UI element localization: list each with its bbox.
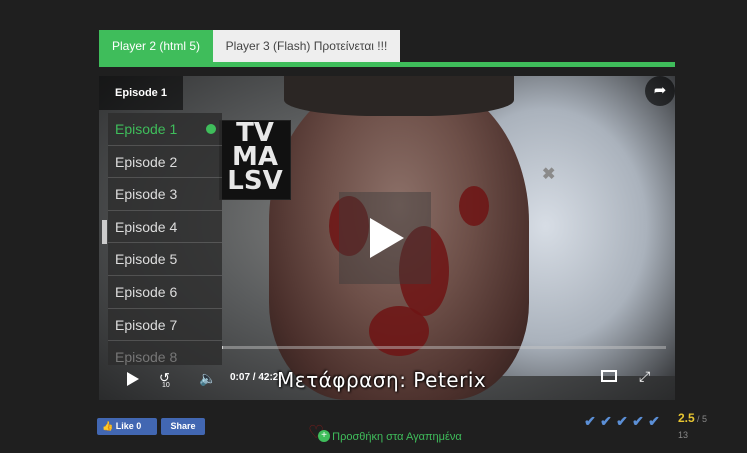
rating-max: / 5 xyxy=(697,414,708,424)
rewind-seconds: 10 xyxy=(162,382,170,389)
episode-list[interactable]: Episode 1 Episode 2 Episode 3 Episode 4 … xyxy=(108,113,222,365)
episode-selector-button[interactable]: Episode 1 xyxy=(99,76,183,110)
episode-item[interactable]: Episode 1 xyxy=(108,113,222,146)
close-icon[interactable]: ✖ xyxy=(542,164,555,184)
play-icon xyxy=(370,218,404,258)
time-display: 0:07 / 42:23 xyxy=(230,372,284,383)
progress-fill xyxy=(222,346,224,349)
cast-icon[interactable] xyxy=(601,370,617,382)
add-to-favorites[interactable]: ♡ + Προσθήκη στα Αγαπημένα xyxy=(308,421,462,444)
video-player[interactable]: TV MA LSV Episode 1 ➦ ✖ Episode 1 Episod… xyxy=(99,76,675,400)
rating-votes: 13 xyxy=(678,430,689,440)
play-icon[interactable] xyxy=(127,372,139,386)
thumbs-up-icon: 👍 xyxy=(102,421,114,431)
progress-bar[interactable] xyxy=(222,346,666,349)
video-frame-detail xyxy=(459,186,489,226)
like-label: Like 0 xyxy=(115,421,142,431)
fullscreen-icon[interactable]: ⤢ xyxy=(639,368,650,385)
rating-line: LSV xyxy=(227,166,283,196)
volume-icon[interactable]: 🔈 xyxy=(199,370,216,387)
episode-item[interactable]: Episode 5 xyxy=(108,243,222,276)
check-icon[interactable]: ✔ xyxy=(614,413,630,430)
tv-rating-badge: TV MA LSV xyxy=(219,120,291,200)
episode-item[interactable]: Episode 6 xyxy=(108,275,222,309)
check-icon[interactable]: ✔ xyxy=(630,413,646,430)
rating-stars[interactable]: ✔ ✔ ✔ ✔ ✔ xyxy=(582,413,662,430)
side-handle[interactable] xyxy=(102,220,107,244)
active-dot-icon xyxy=(206,124,216,134)
episode-label: Episode 4 xyxy=(115,218,178,235)
time-current: 0:07 xyxy=(230,372,251,383)
episode-item[interactable]: Episode 3 xyxy=(108,178,222,211)
episode-label: Episode 3 xyxy=(115,186,178,203)
check-icon[interactable]: ✔ xyxy=(582,413,598,430)
big-play-button[interactable] xyxy=(339,192,431,284)
video-frame-hair xyxy=(284,76,514,116)
episode-item[interactable]: Episode 2 xyxy=(108,145,222,179)
episode-label: Episode 1 xyxy=(115,121,178,137)
tab-underline xyxy=(99,62,675,67)
check-icon[interactable]: ✔ xyxy=(598,413,614,430)
facebook-like-button[interactable]: 👍 Like 0 xyxy=(97,418,157,435)
episode-item[interactable]: Episode 7 xyxy=(108,308,222,342)
episode-label: Episode 7 xyxy=(115,316,178,333)
check-icon[interactable]: ✔ xyxy=(646,413,662,430)
tab-player-3[interactable]: Player 3 (Flash) Προτείνεται !!! xyxy=(213,30,400,63)
favorites-label: Προσθήκη στα Αγαπημένα xyxy=(332,431,462,443)
tab-player-2[interactable]: Player 2 (html 5) xyxy=(99,30,213,63)
rating-score: 2.5 xyxy=(678,411,695,425)
facebook-share-button[interactable]: Share xyxy=(161,418,205,435)
episode-label: Episode 6 xyxy=(115,283,178,300)
episode-item[interactable]: Episode 4 xyxy=(108,210,222,244)
heart-icon: ♡ + xyxy=(308,422,330,443)
episode-label: Episode 5 xyxy=(115,251,178,268)
subtitle-text: Μετάφραση: Peterix xyxy=(277,368,487,392)
plus-icon: + xyxy=(318,429,330,442)
player-tabs: Player 2 (html 5) Player 3 (Flash) Προτε… xyxy=(99,30,400,63)
episode-label: Episode 2 xyxy=(115,153,178,170)
share-icon[interactable]: ➦ xyxy=(645,76,675,106)
